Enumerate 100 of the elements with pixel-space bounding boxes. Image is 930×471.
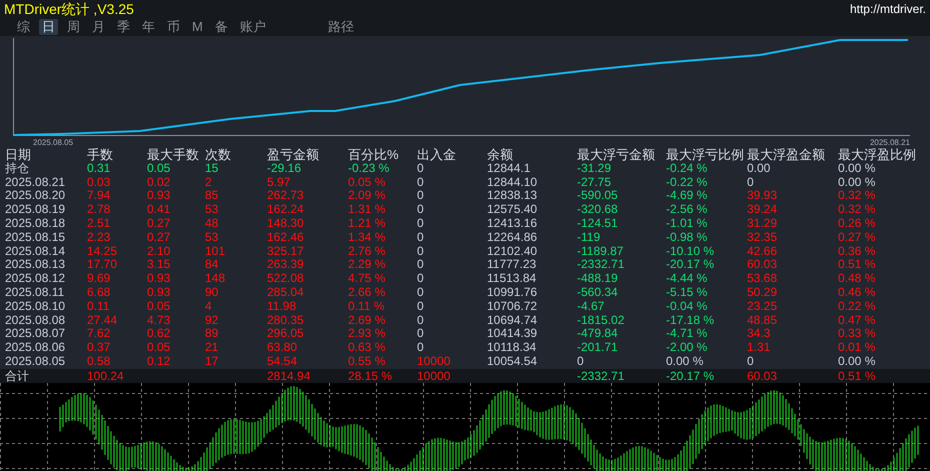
table-cell-text: 63.80 <box>267 341 298 355</box>
table-cell-text: 10991.76 <box>487 286 538 300</box>
table-cell-text: 2.93 % <box>348 327 386 342</box>
table-cell-text: 14.25 <box>87 244 118 258</box>
table-cell-text: 2025.08.11 <box>5 286 66 300</box>
table-cell-text: 6.68 <box>87 286 112 300</box>
table-cell-text: 12264.86 <box>487 230 538 245</box>
table-cell-text: 0.22 % <box>838 300 876 314</box>
table-cell-text: 39.93 <box>747 189 778 204</box>
table-cell-text: 0 <box>417 162 425 176</box>
table-cell-text: 0 <box>417 189 425 204</box>
table-cell-text: 0 <box>417 272 425 286</box>
table-cell-text: 60.03 <box>747 368 778 383</box>
table-cell-text: 90 <box>205 286 220 300</box>
table-cell-text: 1.31 <box>747 341 772 355</box>
table-cell-text: 2.76 % <box>348 244 386 258</box>
table-cell-text: 12838.13 <box>487 189 538 204</box>
tab[interactable]: 币 <box>164 19 183 35</box>
table-cell-text: 0 <box>417 341 425 355</box>
table-cell-text: 84 <box>205 258 220 272</box>
table-cell-text: 12844.10 <box>487 176 538 190</box>
table-cell-text: 0 <box>417 314 425 328</box>
tab[interactable]: 年 <box>139 19 158 35</box>
table-cell-text: 0 <box>417 327 425 342</box>
table-cell-text: 0.27 % <box>838 230 876 245</box>
table-cell-text: 2025.08.21 <box>5 176 66 190</box>
table-cell-text: 148 <box>205 272 226 286</box>
table-cell-text: -17.18 % <box>666 314 716 328</box>
table-cell-text: 522.08 <box>267 272 305 286</box>
table-cell-text: 10054.54 <box>487 354 538 369</box>
table-cell-text: 262.73 <box>267 189 305 204</box>
table-cell-text: 280.35 <box>267 314 305 328</box>
table-cell-text: -4.71 % <box>666 327 708 342</box>
tab[interactable]: 路径 <box>324 19 357 35</box>
table-cell-text: 0.58 <box>87 354 112 369</box>
table-cell-text: -0.98 % <box>666 230 708 245</box>
table-cell-text: 34.3 <box>747 327 772 342</box>
tab[interactable]: 日 <box>39 19 58 35</box>
table-cell-text: 11.98 <box>267 300 298 314</box>
table-cell-text: 2025.08.08 <box>5 314 66 328</box>
table-cell-text: 4.73 <box>147 314 172 328</box>
table-cell-text: -4.44 % <box>666 272 708 286</box>
table-cell-text: 48.85 <box>747 314 778 328</box>
table-cell-text: 0 <box>417 176 425 190</box>
website-link[interactable]: http://mtdriver. <box>850 0 926 18</box>
table-cell-text: 2025.08.10 <box>5 300 66 314</box>
table-cell-text: 2025.08.14 <box>5 244 66 258</box>
table-cell-text: 0.32 % <box>838 203 876 217</box>
table-cell-text: 0.26 % <box>838 216 876 231</box>
table-cell-text: 0.00 % <box>838 176 876 190</box>
table-cell-text: 325.17 <box>267 244 305 258</box>
table-cell-text: 1.21 % <box>348 216 386 231</box>
table-cell-text: 0.31 <box>87 162 110 176</box>
table-cell-text: -0.24 % <box>666 162 708 176</box>
table-cell-text: 合计 <box>5 368 30 383</box>
table-cell-text: 9.69 <box>87 272 112 286</box>
table-cell-text: -2332.71 <box>577 368 626 383</box>
table-cell-text: 0 <box>747 354 755 369</box>
table-cell-text: 3.15 <box>147 258 172 272</box>
table-cell-text: 12844.1 <box>487 162 532 176</box>
table-cell-text: -10.10 % <box>666 244 716 258</box>
tab[interactable]: 综 <box>14 19 33 35</box>
table-cell-text: -1189.87 <box>577 244 624 258</box>
table-cell-text: 0.62 <box>147 327 172 342</box>
table-cell-text: 0.11 % <box>348 300 386 314</box>
table-cell-text: 0 <box>417 230 425 245</box>
table-cell-text: 0.05 % <box>348 176 386 190</box>
table-cell-text: -4.67 <box>577 300 606 314</box>
table-cell-text: 15 <box>205 162 218 176</box>
table-cell-text: 100.24 <box>87 368 125 383</box>
table-cell-text: 4.75 % <box>348 272 386 286</box>
table-cell-text: 10706.72 <box>487 300 538 314</box>
table-cell-text: -20.17 % <box>666 258 716 272</box>
table-cell-text: 11777.23 <box>487 258 538 272</box>
table-cell-text: 53 <box>205 230 220 245</box>
tab[interactable]: 账户 <box>236 19 269 35</box>
table-cell-text: 0.12 <box>147 354 172 369</box>
table-cell-text: 28.15 % <box>348 368 394 383</box>
table-cell-text: 2025.08.18 <box>5 216 66 231</box>
table-cell-text: 0 <box>577 354 585 369</box>
table-cell-text: 53.68 <box>747 272 778 286</box>
table-cell-text: 89 <box>205 327 220 342</box>
table-cell-text: 92 <box>205 314 220 328</box>
tab[interactable]: 季 <box>114 19 133 35</box>
table-cell-text: -29.16 <box>267 162 302 176</box>
tab[interactable]: M <box>189 19 206 35</box>
tab[interactable]: 周 <box>64 19 83 35</box>
table-cell-text: 5.97 <box>267 176 292 190</box>
table-cell-text: -479.84 <box>577 327 619 342</box>
table-cell-text: 0.00 % <box>666 354 704 369</box>
tab[interactable]: 月 <box>89 19 108 35</box>
table-cell-text: 0.48 % <box>838 272 876 286</box>
table-cell-text: 0 <box>417 203 425 217</box>
table-cell-text: 10000 <box>417 354 452 369</box>
table-cell-text: 0.55 % <box>348 354 386 369</box>
column-header: 最大手数 <box>147 148 200 162</box>
table-cell-text: 32.35 <box>747 230 778 245</box>
table-cell-text: 60.03 <box>747 258 778 272</box>
column-header: 百分比% <box>348 148 400 162</box>
tab[interactable]: 备 <box>212 19 231 35</box>
